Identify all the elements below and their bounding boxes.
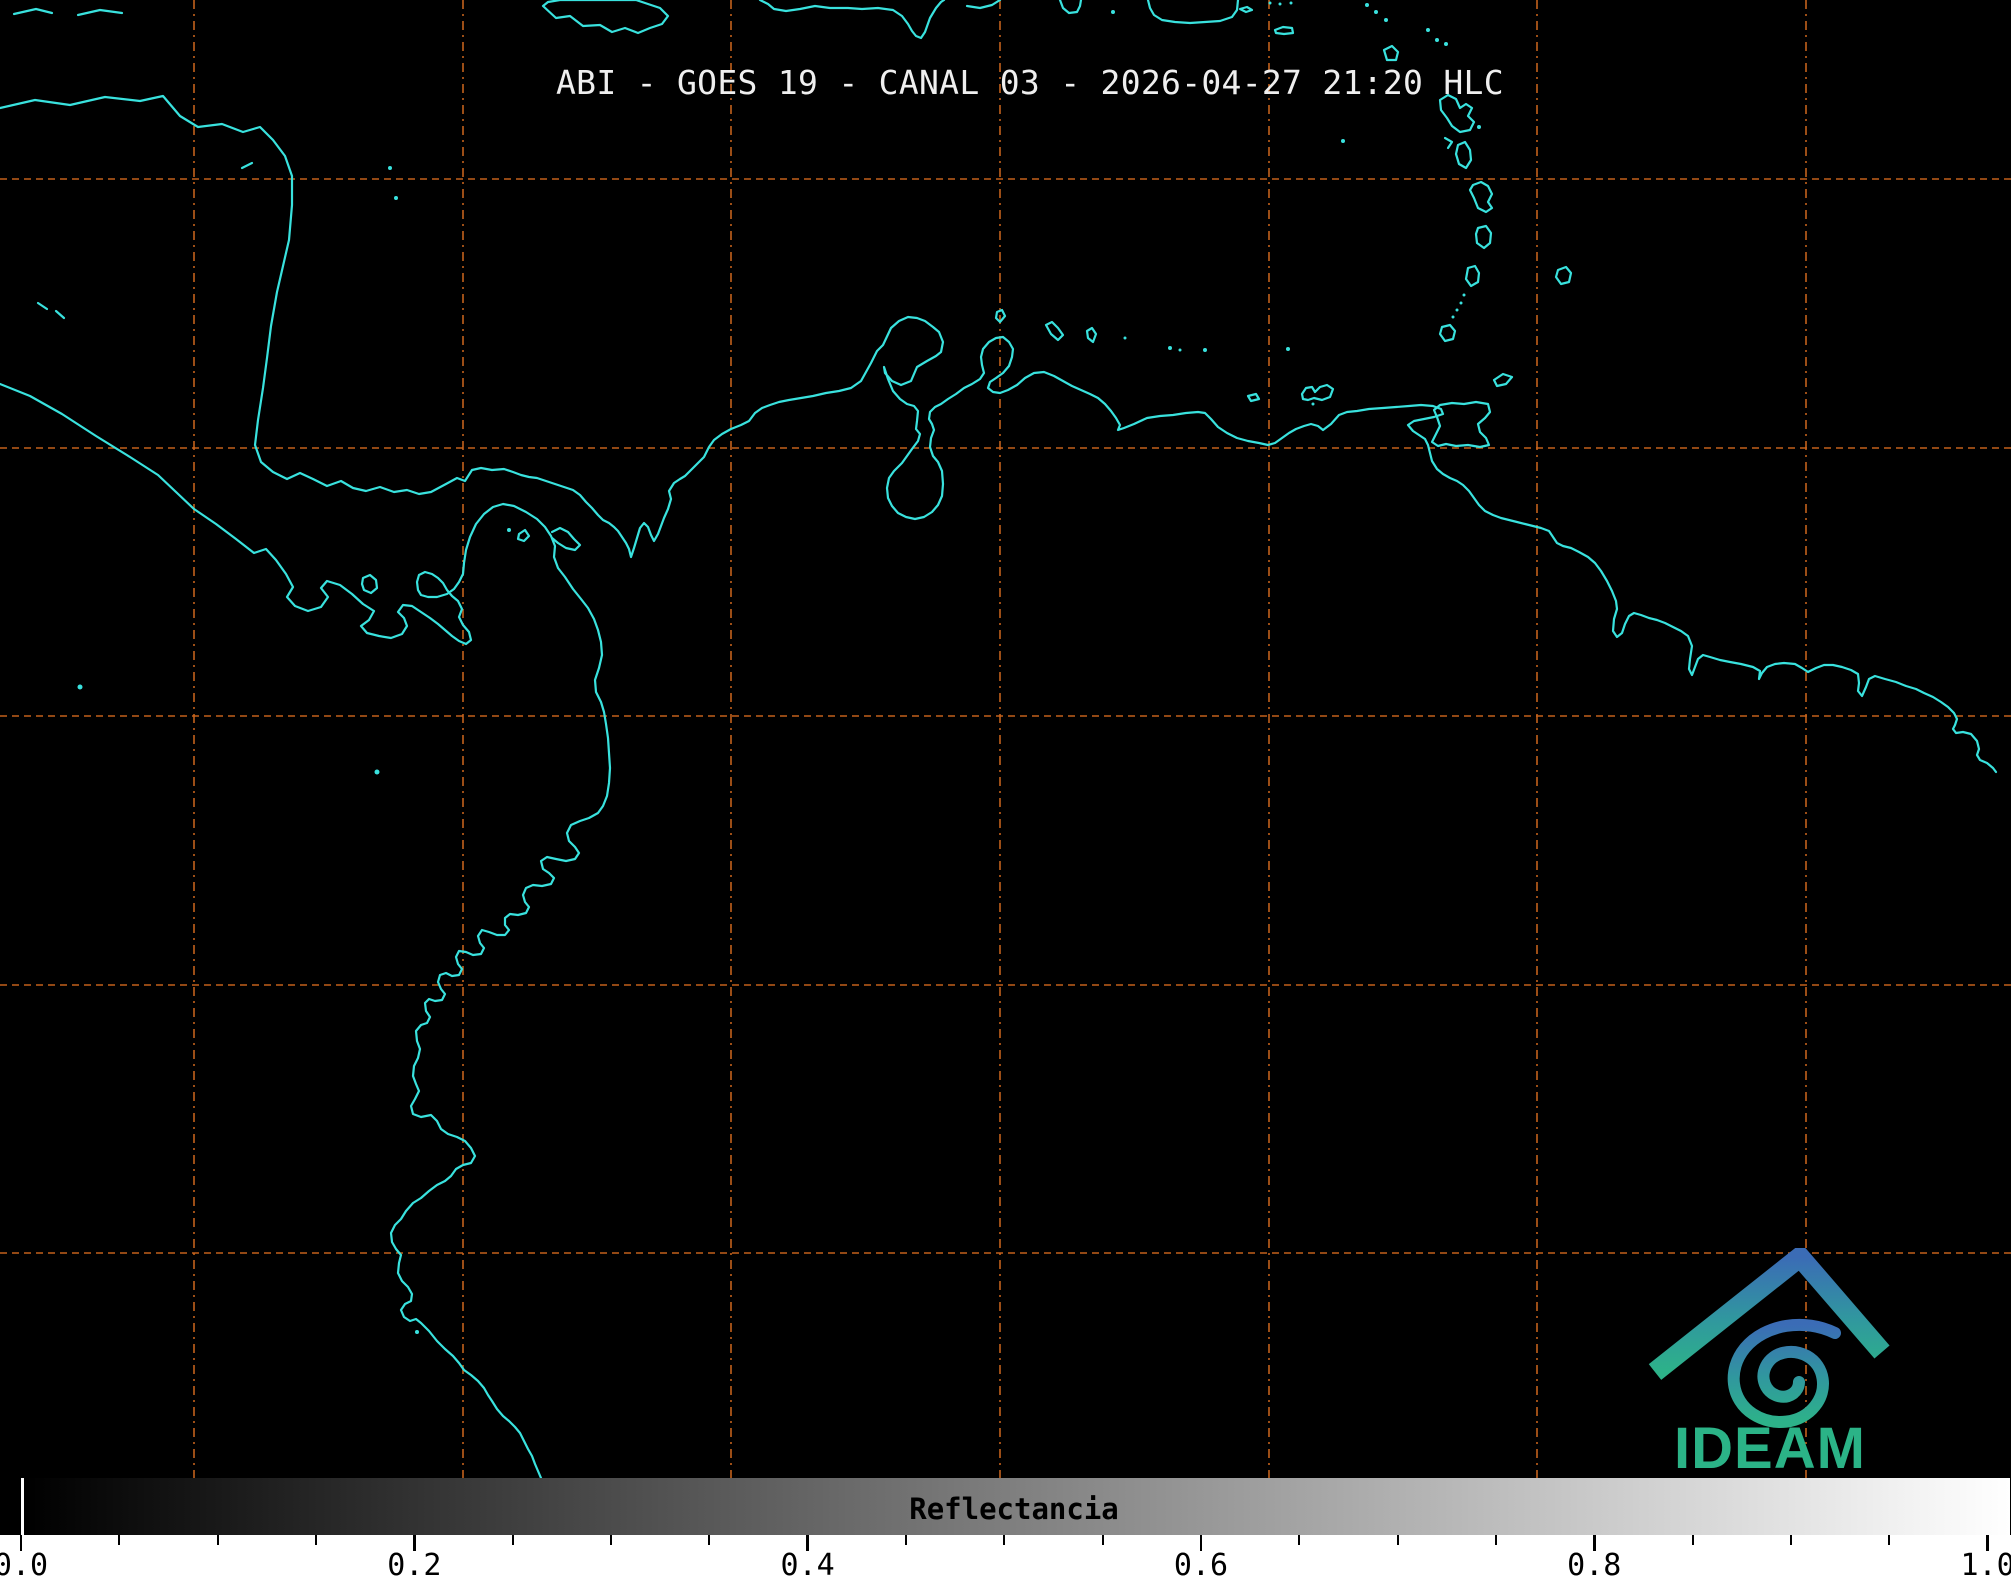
- island-leeward-a: [1365, 3, 1369, 7]
- island-antigua-nw-c: [1444, 42, 1448, 46]
- island-blanquilla: [1286, 347, 1290, 351]
- coastline-st-vincent: [1466, 266, 1479, 286]
- coastline-bay-islands-b: [78, 10, 122, 15]
- island-antigua-nw-a: [1426, 28, 1430, 32]
- logo-swirl-icon: [1734, 1325, 1835, 1422]
- colorbar-minor-tick: [217, 1535, 219, 1545]
- colorbar-minor-tick: [708, 1535, 710, 1545]
- island-los-roques-c: [1179, 349, 1182, 352]
- island-los-roques-a: [1124, 337, 1127, 340]
- island-malpelo-island: [375, 770, 380, 775]
- island-leeward-b: [1374, 10, 1378, 14]
- colorbar-minor-tick: [1790, 1535, 1792, 1545]
- coastline-grenada: [1440, 325, 1455, 341]
- coastline-san-miguel-inlet: [552, 528, 580, 550]
- coastline-pearl-island-ring: [518, 530, 529, 541]
- colorbar-minor-tick: [315, 1535, 317, 1545]
- logo-text: IDEAM: [1674, 1416, 1866, 1476]
- coastline-tortuga: [1248, 394, 1259, 401]
- island-los-roques-b: [1168, 346, 1172, 350]
- coastline-st-lucia: [1476, 226, 1491, 248]
- coastline-jamaica: [543, 0, 668, 33]
- island-margarita-islet: [1312, 403, 1315, 406]
- coastline-marie-galante: [1445, 138, 1452, 148]
- island-virgin-b: [1279, 3, 1282, 6]
- colorbar-tick-label: 0.0: [0, 1548, 48, 1577]
- coastline-lake-nicaragua-b: [56, 311, 64, 318]
- island-virgin-a: [1269, 2, 1272, 5]
- coastline-margarita: [1302, 385, 1333, 400]
- colorbar-tick-label: 0.8: [1567, 1548, 1621, 1577]
- colorbar-tick-label: 0.2: [387, 1548, 441, 1577]
- island-leeward-c: [1384, 18, 1388, 22]
- colorbar-minor-tick: [1003, 1535, 1005, 1545]
- colorbar-axis: 0.0 0.2 0.4 0.6 0.8 1.0: [0, 1535, 2011, 1577]
- coastline-curacao: [1046, 322, 1063, 340]
- coastline-bonaire: [1087, 328, 1096, 342]
- island-providencia: [388, 166, 392, 170]
- colorbar-tick-label: 0.6: [1174, 1548, 1228, 1577]
- colorbar-minor-tick: [1692, 1535, 1694, 1545]
- coastline-tobago: [1494, 374, 1512, 386]
- colorbar-tick-label: 0.4: [781, 1548, 835, 1577]
- island-beata: [1111, 10, 1115, 14]
- coastline-puerto-rico: [1148, 0, 1238, 23]
- coastline-martinique: [1470, 182, 1492, 212]
- island-cocos-island: [78, 685, 83, 690]
- island-grenadine-d: [1452, 316, 1455, 319]
- colorbar-minor-tick: [905, 1535, 907, 1545]
- island-saba: [1341, 139, 1345, 143]
- colorbar-minor-tick: [512, 1535, 514, 1545]
- colorbar-minor-tick: [1298, 1535, 1300, 1545]
- colorbar-minor-tick: [118, 1535, 120, 1545]
- island-pearl-islet: [507, 528, 511, 532]
- ideam-logo: IDEAM: [1645, 1248, 1895, 1476]
- coastline-dominica: [1456, 142, 1471, 168]
- coastline-barahona-peninsula: [1060, 0, 1081, 13]
- colorbar-minor-tick: [1397, 1535, 1399, 1545]
- coastline-antigua: [1384, 46, 1398, 60]
- island-grenadine-c: [1456, 309, 1459, 312]
- coastline-coiba: [362, 575, 377, 593]
- island-san-andres: [394, 196, 398, 200]
- colorbar-minor-tick: [1495, 1535, 1497, 1545]
- island-antigua-nw-b: [1435, 38, 1439, 42]
- coastline-st-croix: [1275, 27, 1293, 34]
- island-grenadine-b: [1460, 302, 1463, 305]
- colorbar-minor-tick: [610, 1535, 612, 1545]
- coastline-caribbean-mainland-coast: [0, 96, 1996, 772]
- coastline-vieques: [1240, 7, 1252, 12]
- colorbar-minor-tick: [1888, 1535, 1890, 1545]
- colorbar-tick-label: 1.0: [1961, 1548, 2011, 1577]
- coastline-lake-nicaragua-a: [38, 303, 47, 309]
- island-virgin-c: [1290, 2, 1293, 5]
- coastline-bay-islands-a: [14, 9, 52, 14]
- coastline-miskito-islets: [242, 163, 252, 168]
- island-orchila: [1203, 348, 1207, 352]
- colorbar-minor-tick: [1102, 1535, 1104, 1545]
- coastline-hispaniola-south-coast: [760, 0, 944, 38]
- coastline-pacific-coast: [0, 384, 610, 1478]
- island-desirade: [1477, 125, 1481, 129]
- image-title: ABI - GOES 19 - CANAL 03 - 2026-04-27 21…: [556, 63, 1504, 102]
- coastline-hispaniola-east-coast: [967, 0, 1000, 8]
- colorbar-title: Reflectancia: [909, 1492, 1119, 1526]
- island-grenadine-a: [1463, 294, 1466, 297]
- coastline-barbados: [1556, 267, 1571, 284]
- island-pacific-islet: [415, 1330, 419, 1334]
